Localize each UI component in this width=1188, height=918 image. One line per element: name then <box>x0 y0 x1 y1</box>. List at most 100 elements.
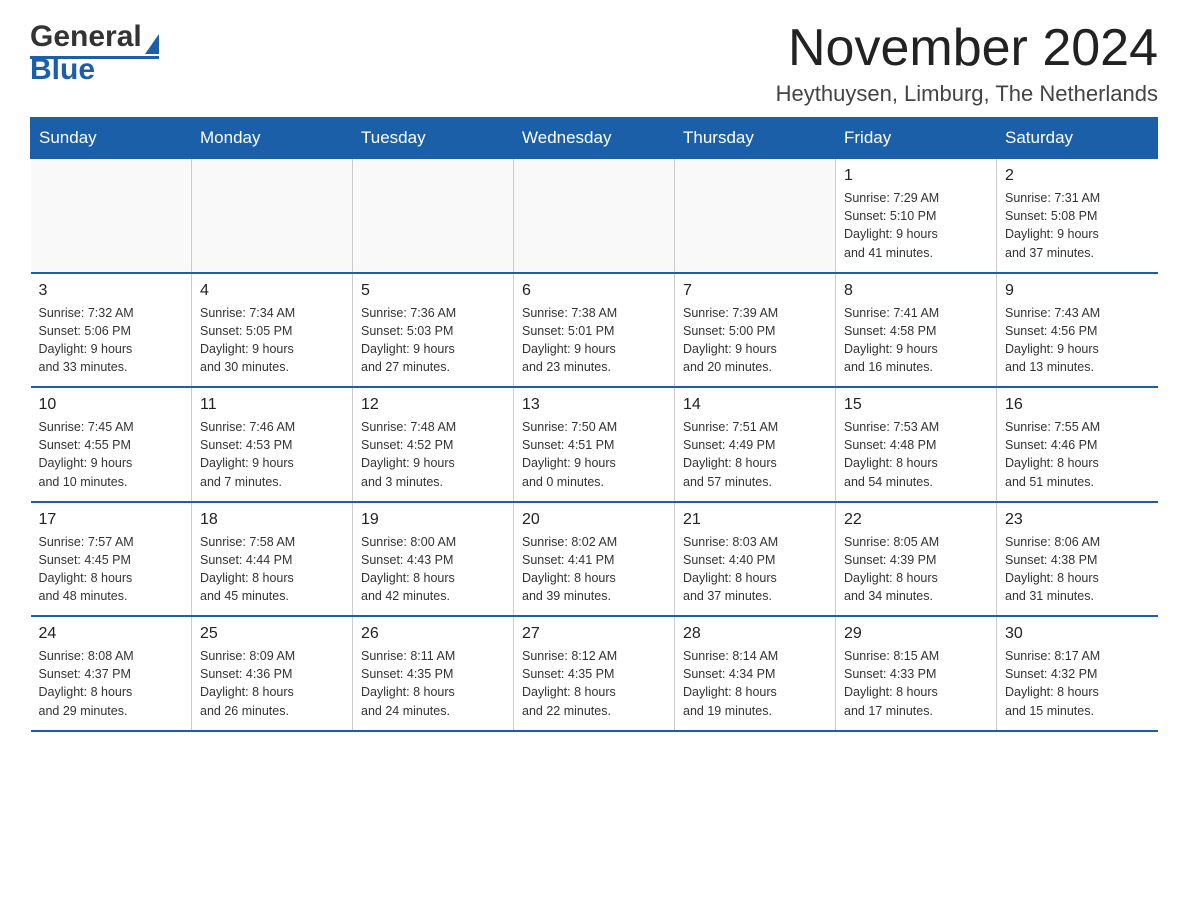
week-row-3: 10 Sunrise: 7:45 AMSunset: 4:55 PMDayligh… <box>31 387 1158 502</box>
calendar-cell: 11 Sunrise: 7:46 AMSunset: 4:53 PMDayligh… <box>192 387 353 502</box>
day-info: Sunrise: 7:32 AMSunset: 5:06 PMDaylight:… <box>39 304 184 377</box>
week-row-1: 1 Sunrise: 7:29 AMSunset: 5:10 PMDaylight… <box>31 159 1158 273</box>
calendar-cell: 2 Sunrise: 7:31 AMSunset: 5:08 PMDaylight… <box>997 159 1158 273</box>
week-row-5: 24 Sunrise: 8:08 AMSunset: 4:37 PMDayligh… <box>31 616 1158 731</box>
day-info: Sunrise: 7:36 AMSunset: 5:03 PMDaylight:… <box>361 304 505 377</box>
day-info: Sunrise: 7:46 AMSunset: 4:53 PMDaylight:… <box>200 418 344 491</box>
calendar-cell: 30 Sunrise: 8:17 AMSunset: 4:32 PMDayligh… <box>997 616 1158 731</box>
calendar-cell: 15 Sunrise: 7:53 AMSunset: 4:48 PMDayligh… <box>836 387 997 502</box>
day-number: 2 <box>1005 167 1150 185</box>
day-number: 25 <box>200 625 344 643</box>
day-number: 24 <box>39 625 184 643</box>
col-header-friday: Friday <box>836 118 997 159</box>
day-number: 26 <box>361 625 505 643</box>
day-number: 17 <box>39 511 184 529</box>
day-number: 1 <box>844 167 988 185</box>
calendar-cell: 24 Sunrise: 8:08 AMSunset: 4:37 PMDayligh… <box>31 616 192 731</box>
day-info: Sunrise: 7:45 AMSunset: 4:55 PMDaylight:… <box>39 418 184 491</box>
calendar-cell: 12 Sunrise: 7:48 AMSunset: 4:52 PMDayligh… <box>353 387 514 502</box>
day-number: 27 <box>522 625 666 643</box>
calendar-cell: 29 Sunrise: 8:15 AMSunset: 4:33 PMDayligh… <box>836 616 997 731</box>
day-info: Sunrise: 7:55 AMSunset: 4:46 PMDaylight:… <box>1005 418 1150 491</box>
calendar-cell: 7Sunrise: 7:39 AMSunset: 5:00 PMDaylight… <box>675 273 836 388</box>
calendar-cell: 25 Sunrise: 8:09 AMSunset: 4:36 PMDayligh… <box>192 616 353 731</box>
day-info: Sunrise: 8:08 AMSunset: 4:37 PMDaylight:… <box>39 647 184 720</box>
calendar-cell: 14 Sunrise: 7:51 AMSunset: 4:49 PMDayligh… <box>675 387 836 502</box>
day-number: 4 <box>200 282 344 300</box>
day-number: 29 <box>844 625 988 643</box>
calendar-cell: 9Sunrise: 7:43 AMSunset: 4:56 PMDaylight… <box>997 273 1158 388</box>
day-info: Sunrise: 7:51 AMSunset: 4:49 PMDaylight:… <box>683 418 827 491</box>
day-number: 16 <box>1005 396 1150 414</box>
day-number: 9 <box>1005 282 1150 300</box>
calendar-cell: 4 Sunrise: 7:34 AMSunset: 5:05 PMDaylight… <box>192 273 353 388</box>
day-number: 11 <box>200 396 344 414</box>
calendar-cell: 21 Sunrise: 8:03 AMSunset: 4:40 PMDayligh… <box>675 502 836 617</box>
day-number: 3 <box>39 282 184 300</box>
logo-general-text: General <box>30 20 142 54</box>
calendar-cell: 8 Sunrise: 7:41 AMSunset: 4:58 PMDaylight… <box>836 273 997 388</box>
day-number: 23 <box>1005 511 1150 529</box>
day-info: Sunrise: 7:58 AMSunset: 4:44 PMDaylight:… <box>200 533 344 606</box>
day-info: Sunrise: 7:34 AMSunset: 5:05 PMDaylight:… <box>200 304 344 377</box>
day-number: 8 <box>844 282 988 300</box>
calendar-cell <box>514 159 675 273</box>
col-header-tuesday: Tuesday <box>353 118 514 159</box>
day-info: Sunrise: 7:53 AMSunset: 4:48 PMDaylight:… <box>844 418 988 491</box>
day-number: 10 <box>39 396 184 414</box>
calendar-cell: 17 Sunrise: 7:57 AMSunset: 4:45 PMDayligh… <box>31 502 192 617</box>
calendar-cell: 20Sunrise: 8:02 AMSunset: 4:41 PMDayligh… <box>514 502 675 617</box>
day-number: 12 <box>361 396 505 414</box>
calendar-cell: 3 Sunrise: 7:32 AMSunset: 5:06 PMDaylight… <box>31 273 192 388</box>
day-info: Sunrise: 8:17 AMSunset: 4:32 PMDaylight:… <box>1005 647 1150 720</box>
day-info: Sunrise: 8:09 AMSunset: 4:36 PMDaylight:… <box>200 647 344 720</box>
week-row-4: 17 Sunrise: 7:57 AMSunset: 4:45 PMDayligh… <box>31 502 1158 617</box>
day-info: Sunrise: 7:57 AMSunset: 4:45 PMDaylight:… <box>39 533 184 606</box>
day-info: Sunrise: 8:03 AMSunset: 4:40 PMDaylight:… <box>683 533 827 606</box>
calendar-cell: 22Sunrise: 8:05 AMSunset: 4:39 PMDayligh… <box>836 502 997 617</box>
day-number: 6 <box>522 282 666 300</box>
calendar-cell: 26Sunrise: 8:11 AMSunset: 4:35 PMDayligh… <box>353 616 514 731</box>
col-header-thursday: Thursday <box>675 118 836 159</box>
day-info: Sunrise: 8:06 AMSunset: 4:38 PMDaylight:… <box>1005 533 1150 606</box>
col-header-saturday: Saturday <box>997 118 1158 159</box>
calendar-cell: 13 Sunrise: 7:50 AMSunset: 4:51 PMDayligh… <box>514 387 675 502</box>
day-info: Sunrise: 8:15 AMSunset: 4:33 PMDaylight:… <box>844 647 988 720</box>
day-number: 14 <box>683 396 827 414</box>
day-info: Sunrise: 7:29 AMSunset: 5:10 PMDaylight:… <box>844 189 988 262</box>
day-info: Sunrise: 8:12 AMSunset: 4:35 PMDaylight:… <box>522 647 666 720</box>
day-info: Sunrise: 8:14 AMSunset: 4:34 PMDaylight:… <box>683 647 827 720</box>
calendar-cell <box>192 159 353 273</box>
day-info: Sunrise: 7:39 AMSunset: 5:00 PMDaylight:… <box>683 304 827 377</box>
day-number: 19 <box>361 511 505 529</box>
day-number: 28 <box>683 625 827 643</box>
col-header-sunday: Sunday <box>31 118 192 159</box>
calendar-cell: 18 Sunrise: 7:58 AMSunset: 4:44 PMDayligh… <box>192 502 353 617</box>
day-number: 21 <box>683 511 827 529</box>
calendar-cell: 10 Sunrise: 7:45 AMSunset: 4:55 PMDayligh… <box>31 387 192 502</box>
calendar-subtitle: Heythuysen, Limburg, The Netherlands <box>776 81 1158 107</box>
logo-blue-text: Blue <box>30 53 159 87</box>
header: General Blue November 2024 Heythuysen, L… <box>30 20 1158 107</box>
calendar-cell: 1 Sunrise: 7:29 AMSunset: 5:10 PMDaylight… <box>836 159 997 273</box>
day-number: 30 <box>1005 625 1150 643</box>
day-info: Sunrise: 7:48 AMSunset: 4:52 PMDaylight:… <box>361 418 505 491</box>
calendar-cell: 16 Sunrise: 7:55 AMSunset: 4:46 PMDayligh… <box>997 387 1158 502</box>
logo-triangle-icon <box>145 34 159 54</box>
logo: General Blue <box>30 20 159 87</box>
title-area: November 2024 Heythuysen, Limburg, The N… <box>776 20 1158 107</box>
calendar-cell <box>353 159 514 273</box>
col-header-wednesday: Wednesday <box>514 118 675 159</box>
day-number: 13 <box>522 396 666 414</box>
week-row-2: 3 Sunrise: 7:32 AMSunset: 5:06 PMDaylight… <box>31 273 1158 388</box>
day-info: Sunrise: 7:38 AMSunset: 5:01 PMDaylight:… <box>522 304 666 377</box>
calendar-cell: 27 Sunrise: 8:12 AMSunset: 4:35 PMDayligh… <box>514 616 675 731</box>
calendar-title: November 2024 <box>776 20 1158 77</box>
calendar-cell: 23 Sunrise: 8:06 AMSunset: 4:38 PMDayligh… <box>997 502 1158 617</box>
day-number: 15 <box>844 396 988 414</box>
day-info: Sunrise: 7:50 AMSunset: 4:51 PMDaylight:… <box>522 418 666 491</box>
day-info: Sunrise: 7:41 AMSunset: 4:58 PMDaylight:… <box>844 304 988 377</box>
day-info: Sunrise: 7:31 AMSunset: 5:08 PMDaylight:… <box>1005 189 1150 262</box>
day-number: 22 <box>844 511 988 529</box>
day-number: 18 <box>200 511 344 529</box>
